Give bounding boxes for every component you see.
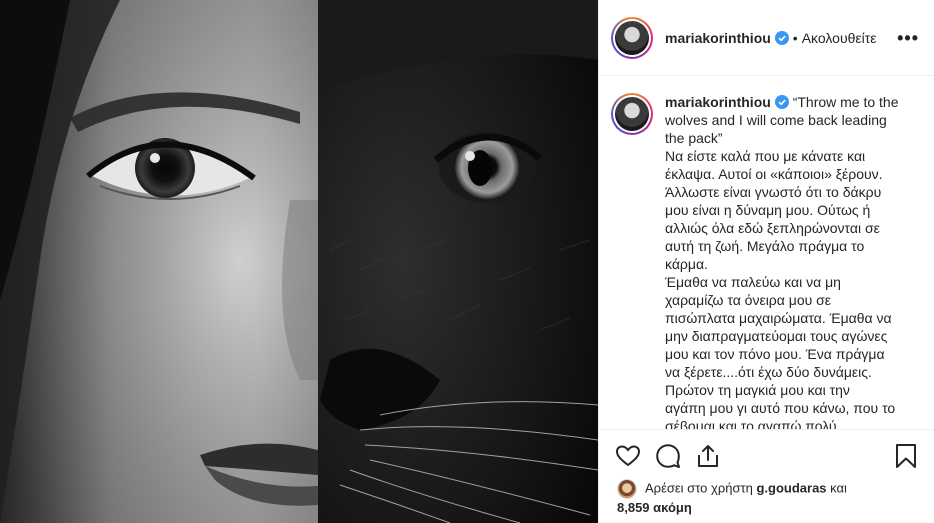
caption-line: πισώπλατα μαχαιρώματα. Έμαθα να: [665, 310, 892, 326]
caption-line: χαραμίζω τα όνειρα μου σε: [665, 292, 832, 308]
caption-line: μου είναι η δύναμη μου. Ούτως ή: [665, 202, 871, 218]
caption-line: Να είστε καλά που με κάνατε και: [665, 148, 866, 164]
likes-suffix: ακόμη: [653, 500, 692, 515]
verified-badge-icon: [774, 95, 789, 109]
likes-count: 8,859: [617, 500, 650, 515]
header-separator: •: [792, 29, 798, 46]
caption-line: έκλαψα. Αυτοί οι «κάποιοι» ξέρουν.: [665, 166, 883, 182]
more-options-icon[interactable]: •••: [897, 28, 919, 49]
post-photo[interactable]: [0, 0, 598, 523]
caption-avatar-image: [615, 97, 649, 131]
caption-line: αλλιώς όλα εδώ ξεπληρώνονται σε: [665, 220, 880, 236]
heart-icon[interactable]: [615, 443, 641, 469]
post-image: [0, 0, 598, 523]
caption-line: να ξέρετε....ότι έχω δύο δυνάμεις.: [665, 364, 872, 380]
likes-summary: Αρέσει στο χρήστη g.goudaras και 8,859 α…: [617, 479, 847, 517]
comment-icon[interactable]: [655, 443, 681, 469]
caption-line: αυτή τη ζωή. Μεγάλο πράγμα το: [665, 238, 865, 254]
action-icons: [615, 443, 721, 469]
avatar-frame: [613, 95, 651, 133]
likes-count-line[interactable]: 8,859 ακόμη: [617, 499, 847, 517]
author-username[interactable]: mariakorinthiou: [665, 30, 771, 46]
author-avatar-image: [615, 20, 649, 55]
caption-line: κάρμα.: [665, 256, 708, 272]
bookmark-icon[interactable]: [893, 443, 919, 469]
caption-text: mariakorinthiou “Throw me to the wolves …: [665, 93, 919, 429]
caption-line: the pack”: [665, 130, 723, 146]
caption-author-avatar[interactable]: [611, 93, 653, 135]
likes-prefix: Αρέσει στο χρήστη: [645, 480, 753, 496]
post-header: mariakorinthiou • Ακολουθείτε •••: [599, 0, 934, 76]
caption-line: wolves and I will come back leading: [665, 112, 887, 128]
caption-line: Άλλωστε είναι γνωστό ότι το δάκρυ: [665, 184, 882, 200]
caption-line: μου και τον πόνο μου. Ένα πράγμα: [665, 346, 885, 362]
caption-line: μην διαπραγματεύομαι τους αγώνες: [665, 328, 888, 344]
caption-scroll-area[interactable]: mariakorinthiou “Throw me to the wolves …: [599, 77, 934, 429]
post-actions: Αρέσει στο χρήστη g.goudaras και 8,859 α…: [599, 429, 934, 523]
caption-line: αγάπη μου γι αυτό που κάνω, που το: [665, 400, 896, 416]
caption-line: Έμαθα να παλεύω και να μη: [665, 274, 841, 290]
caption-comment: mariakorinthiou “Throw me to the wolves …: [611, 93, 919, 429]
liker-username[interactable]: g.goudaras: [756, 480, 826, 495]
caption-line: σέβομαι και το αγαπώ πολύ: [665, 418, 837, 429]
caption-line: “Throw me to the: [792, 94, 899, 110]
avatar-frame: [613, 18, 651, 57]
post-side-panel: mariakorinthiou • Ακολουθείτε ••• mariak…: [598, 0, 934, 523]
caption-username[interactable]: mariakorinthiou: [665, 94, 771, 110]
caption-line: Πρώτον τη μαγκιά μου και την: [665, 382, 850, 398]
likes-connector: και: [830, 480, 847, 496]
author-avatar[interactable]: [611, 16, 653, 59]
share-icon[interactable]: [695, 443, 721, 469]
verified-badge-icon: [774, 30, 789, 45]
liker-avatar[interactable]: [617, 479, 637, 499]
following-button[interactable]: Ακολουθείτε: [802, 30, 877, 46]
